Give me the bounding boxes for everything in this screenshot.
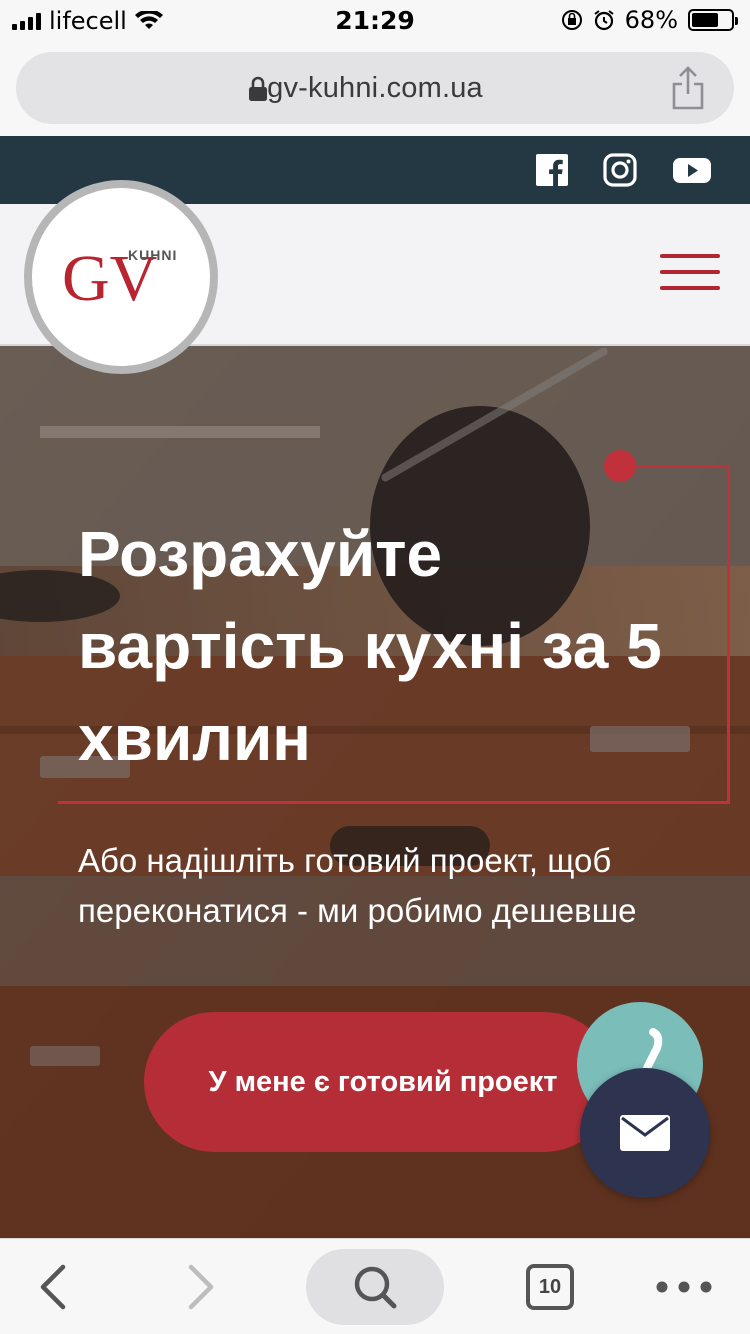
decor-dot (604, 450, 636, 482)
battery-icon (688, 9, 738, 31)
status-bar: lifecell 21:29 68% (0, 0, 750, 40)
decor-line-right (727, 465, 730, 804)
orientation-lock-icon (561, 10, 582, 30)
search-icon (354, 1266, 397, 1309)
hamburger-menu-icon[interactable] (660, 254, 720, 294)
address-bar[interactable]: gv-kuhni.com.ua (16, 52, 734, 124)
logo-word: KUHNI (128, 247, 177, 263)
decor-line-bottom (58, 801, 730, 804)
more-dots-icon (656, 1281, 712, 1293)
more-button[interactable] (654, 1239, 714, 1334)
battery-percent: 68% (624, 6, 678, 34)
mail-icon (620, 1115, 670, 1151)
chevron-right-icon (188, 1264, 214, 1310)
tabs-button[interactable]: 10 (520, 1239, 580, 1334)
ready-project-button[interactable]: У мене є готовий проект (144, 1012, 614, 1152)
site-logo[interactable]: GV KUHNI (24, 180, 218, 374)
chevron-left-icon (40, 1264, 66, 1310)
youtube-icon[interactable] (672, 152, 712, 188)
browser-top-bar: gv-kuhni.com.ua (0, 40, 750, 136)
forward-button[interactable] (176, 1239, 226, 1334)
facebook-icon[interactable] (534, 152, 570, 188)
email-button[interactable] (580, 1068, 710, 1198)
decor-line-top (620, 465, 730, 468)
tab-count: 10 (526, 1264, 574, 1310)
instagram-icon[interactable] (602, 152, 638, 188)
back-button[interactable] (28, 1239, 78, 1334)
hero-subtitle: Або надішліть готовий проект, щоб переко… (78, 842, 637, 929)
screen: lifecell 21:29 68% gv-kuhni.com.ua GV KU… (0, 0, 750, 1334)
status-right: 68% (561, 6, 738, 34)
share-icon[interactable] (670, 66, 706, 110)
url-text: gv-kuhni.com.ua (267, 72, 483, 104)
hero-title: Розрахуйте вартість кухні за 5 хвилин (78, 518, 662, 774)
logo-mark: GV KUHNI (62, 242, 177, 315)
battery-fill (692, 13, 718, 27)
hero-section: Розрахуйте вартість кухні за 5 хвилин Аб… (0, 346, 750, 1238)
browser-toolbar: 10 (0, 1238, 750, 1334)
alarm-icon (594, 10, 614, 31)
search-button[interactable] (306, 1249, 444, 1325)
